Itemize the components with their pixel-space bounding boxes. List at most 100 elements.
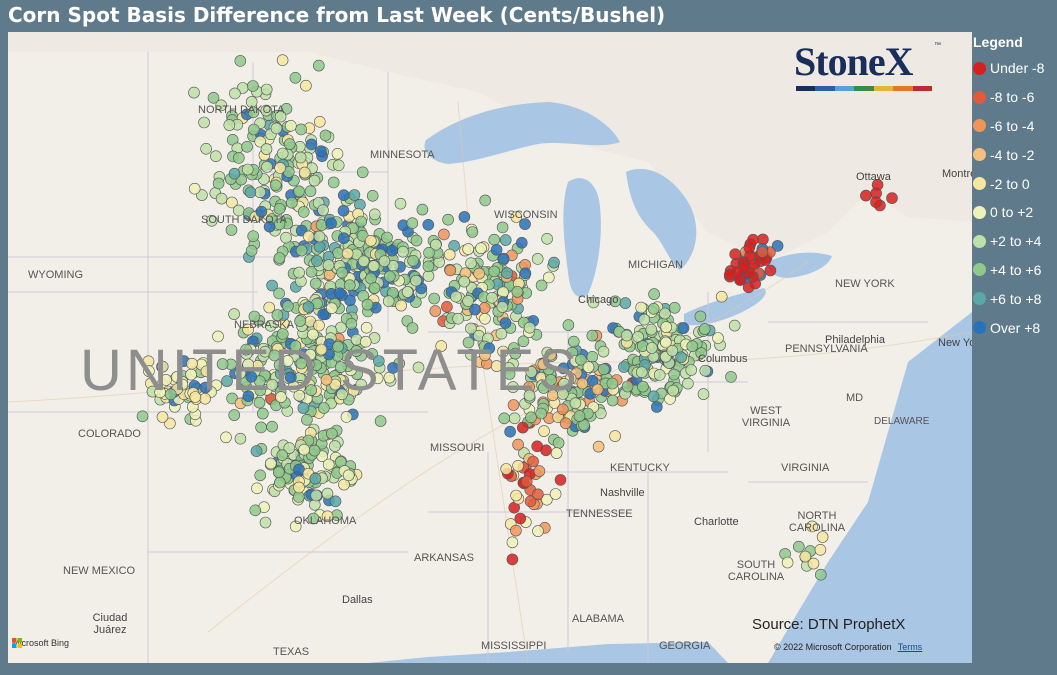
map-point[interactable] (210, 150, 222, 162)
map-point[interactable] (450, 290, 462, 303)
map-point[interactable] (562, 319, 575, 331)
map-point[interactable] (317, 204, 329, 216)
map-point[interactable] (410, 274, 422, 287)
map-point[interactable] (200, 143, 212, 155)
map-point[interactable] (228, 308, 240, 320)
map-point[interactable] (462, 295, 474, 307)
map-point[interactable] (466, 226, 479, 238)
map-point[interactable] (519, 267, 532, 280)
map-point[interactable] (422, 219, 435, 231)
map-point[interactable] (728, 319, 741, 332)
map-point[interactable] (715, 290, 728, 303)
map-point[interactable] (294, 151, 307, 164)
map-point[interactable] (356, 166, 369, 179)
map-point[interactable] (263, 301, 276, 314)
map-point[interactable] (325, 427, 338, 440)
map-point[interactable] (337, 232, 350, 244)
map-point[interactable] (458, 211, 471, 223)
legend-item[interactable]: -2 to 0 (973, 169, 1057, 198)
map-point[interactable] (313, 240, 326, 253)
map-point[interactable] (233, 152, 245, 164)
map-point[interactable] (269, 179, 282, 192)
map-point[interactable] (244, 186, 257, 199)
map-point[interactable] (510, 524, 522, 537)
map-point[interactable] (444, 264, 457, 277)
map-point[interactable] (458, 275, 471, 288)
map-point[interactable] (500, 463, 513, 475)
legend-item[interactable]: Under -8 (973, 54, 1057, 83)
map-point[interactable] (635, 366, 648, 379)
map-point[interactable] (298, 443, 310, 456)
map-point[interactable] (332, 159, 345, 172)
map-point[interactable] (501, 267, 513, 279)
map-point[interactable] (552, 437, 565, 449)
map-point[interactable] (285, 196, 298, 209)
map-point[interactable] (506, 553, 519, 566)
map-point[interactable] (694, 310, 707, 323)
map-point[interactable] (348, 189, 361, 201)
map-point[interactable] (860, 189, 872, 202)
map-point[interactable] (337, 189, 350, 201)
map-point[interactable] (475, 242, 487, 254)
map-point[interactable] (637, 380, 649, 393)
map-point[interactable] (531, 253, 544, 265)
map-point[interactable] (308, 444, 321, 457)
map-point[interactable] (618, 361, 630, 373)
map-point[interactable] (270, 122, 283, 135)
map-point[interactable] (247, 80, 259, 92)
map-point[interactable] (257, 407, 269, 420)
legend-item[interactable]: -8 to -6 (973, 83, 1057, 112)
map-point[interactable] (886, 192, 898, 204)
map-point[interactable] (260, 143, 273, 155)
map-point[interactable] (647, 390, 660, 403)
map-point[interactable] (274, 162, 286, 174)
map-point[interactable] (422, 270, 435, 282)
map-point[interactable] (198, 116, 210, 129)
map-point[interactable] (532, 525, 544, 537)
map-point[interactable] (619, 297, 632, 309)
map-point[interactable] (298, 166, 311, 179)
map-point[interactable] (223, 119, 236, 131)
map-point[interactable] (274, 476, 286, 489)
legend-item[interactable]: +2 to +4 (973, 227, 1057, 256)
map-point[interactable] (870, 196, 882, 208)
map-point[interactable] (342, 469, 355, 482)
map-point[interactable] (293, 185, 305, 198)
map-point[interactable] (329, 495, 342, 508)
map-point[interactable] (653, 369, 666, 381)
map-point[interactable] (304, 185, 317, 197)
map-point[interactable] (327, 176, 340, 189)
map-point[interactable] (677, 322, 690, 334)
map-point[interactable] (289, 71, 302, 84)
map-point[interactable] (280, 231, 292, 244)
map-point[interactable] (188, 182, 201, 195)
map-point[interactable] (647, 302, 660, 315)
legend-item[interactable]: 0 to +2 (973, 198, 1057, 227)
map-point[interactable] (535, 279, 548, 292)
map-point[interactable] (266, 420, 278, 433)
map-point[interactable] (725, 371, 737, 383)
map-point[interactable] (360, 321, 373, 334)
map-point[interactable] (302, 301, 315, 313)
map-point[interactable] (331, 148, 344, 160)
map-point[interactable] (479, 312, 491, 325)
map-point[interactable] (368, 208, 381, 221)
map-point[interactable] (247, 230, 259, 242)
map-point[interactable] (276, 54, 289, 67)
map-point[interactable] (465, 322, 477, 335)
map-point[interactable] (336, 266, 348, 279)
map-point[interactable] (312, 59, 325, 72)
map-point[interactable] (297, 402, 310, 414)
map-point[interactable] (510, 489, 522, 502)
map-point[interactable] (416, 203, 429, 216)
map-point[interactable] (310, 489, 323, 502)
map-point[interactable] (341, 247, 354, 260)
map-point[interactable] (366, 190, 379, 202)
terms-link[interactable]: Terms (898, 642, 923, 652)
map-point[interactable] (261, 161, 273, 173)
map-point[interactable] (234, 55, 247, 67)
map-point[interactable] (747, 233, 759, 246)
map-point[interactable] (488, 233, 501, 246)
map-point[interactable] (315, 145, 327, 157)
map-point[interactable] (381, 231, 393, 244)
